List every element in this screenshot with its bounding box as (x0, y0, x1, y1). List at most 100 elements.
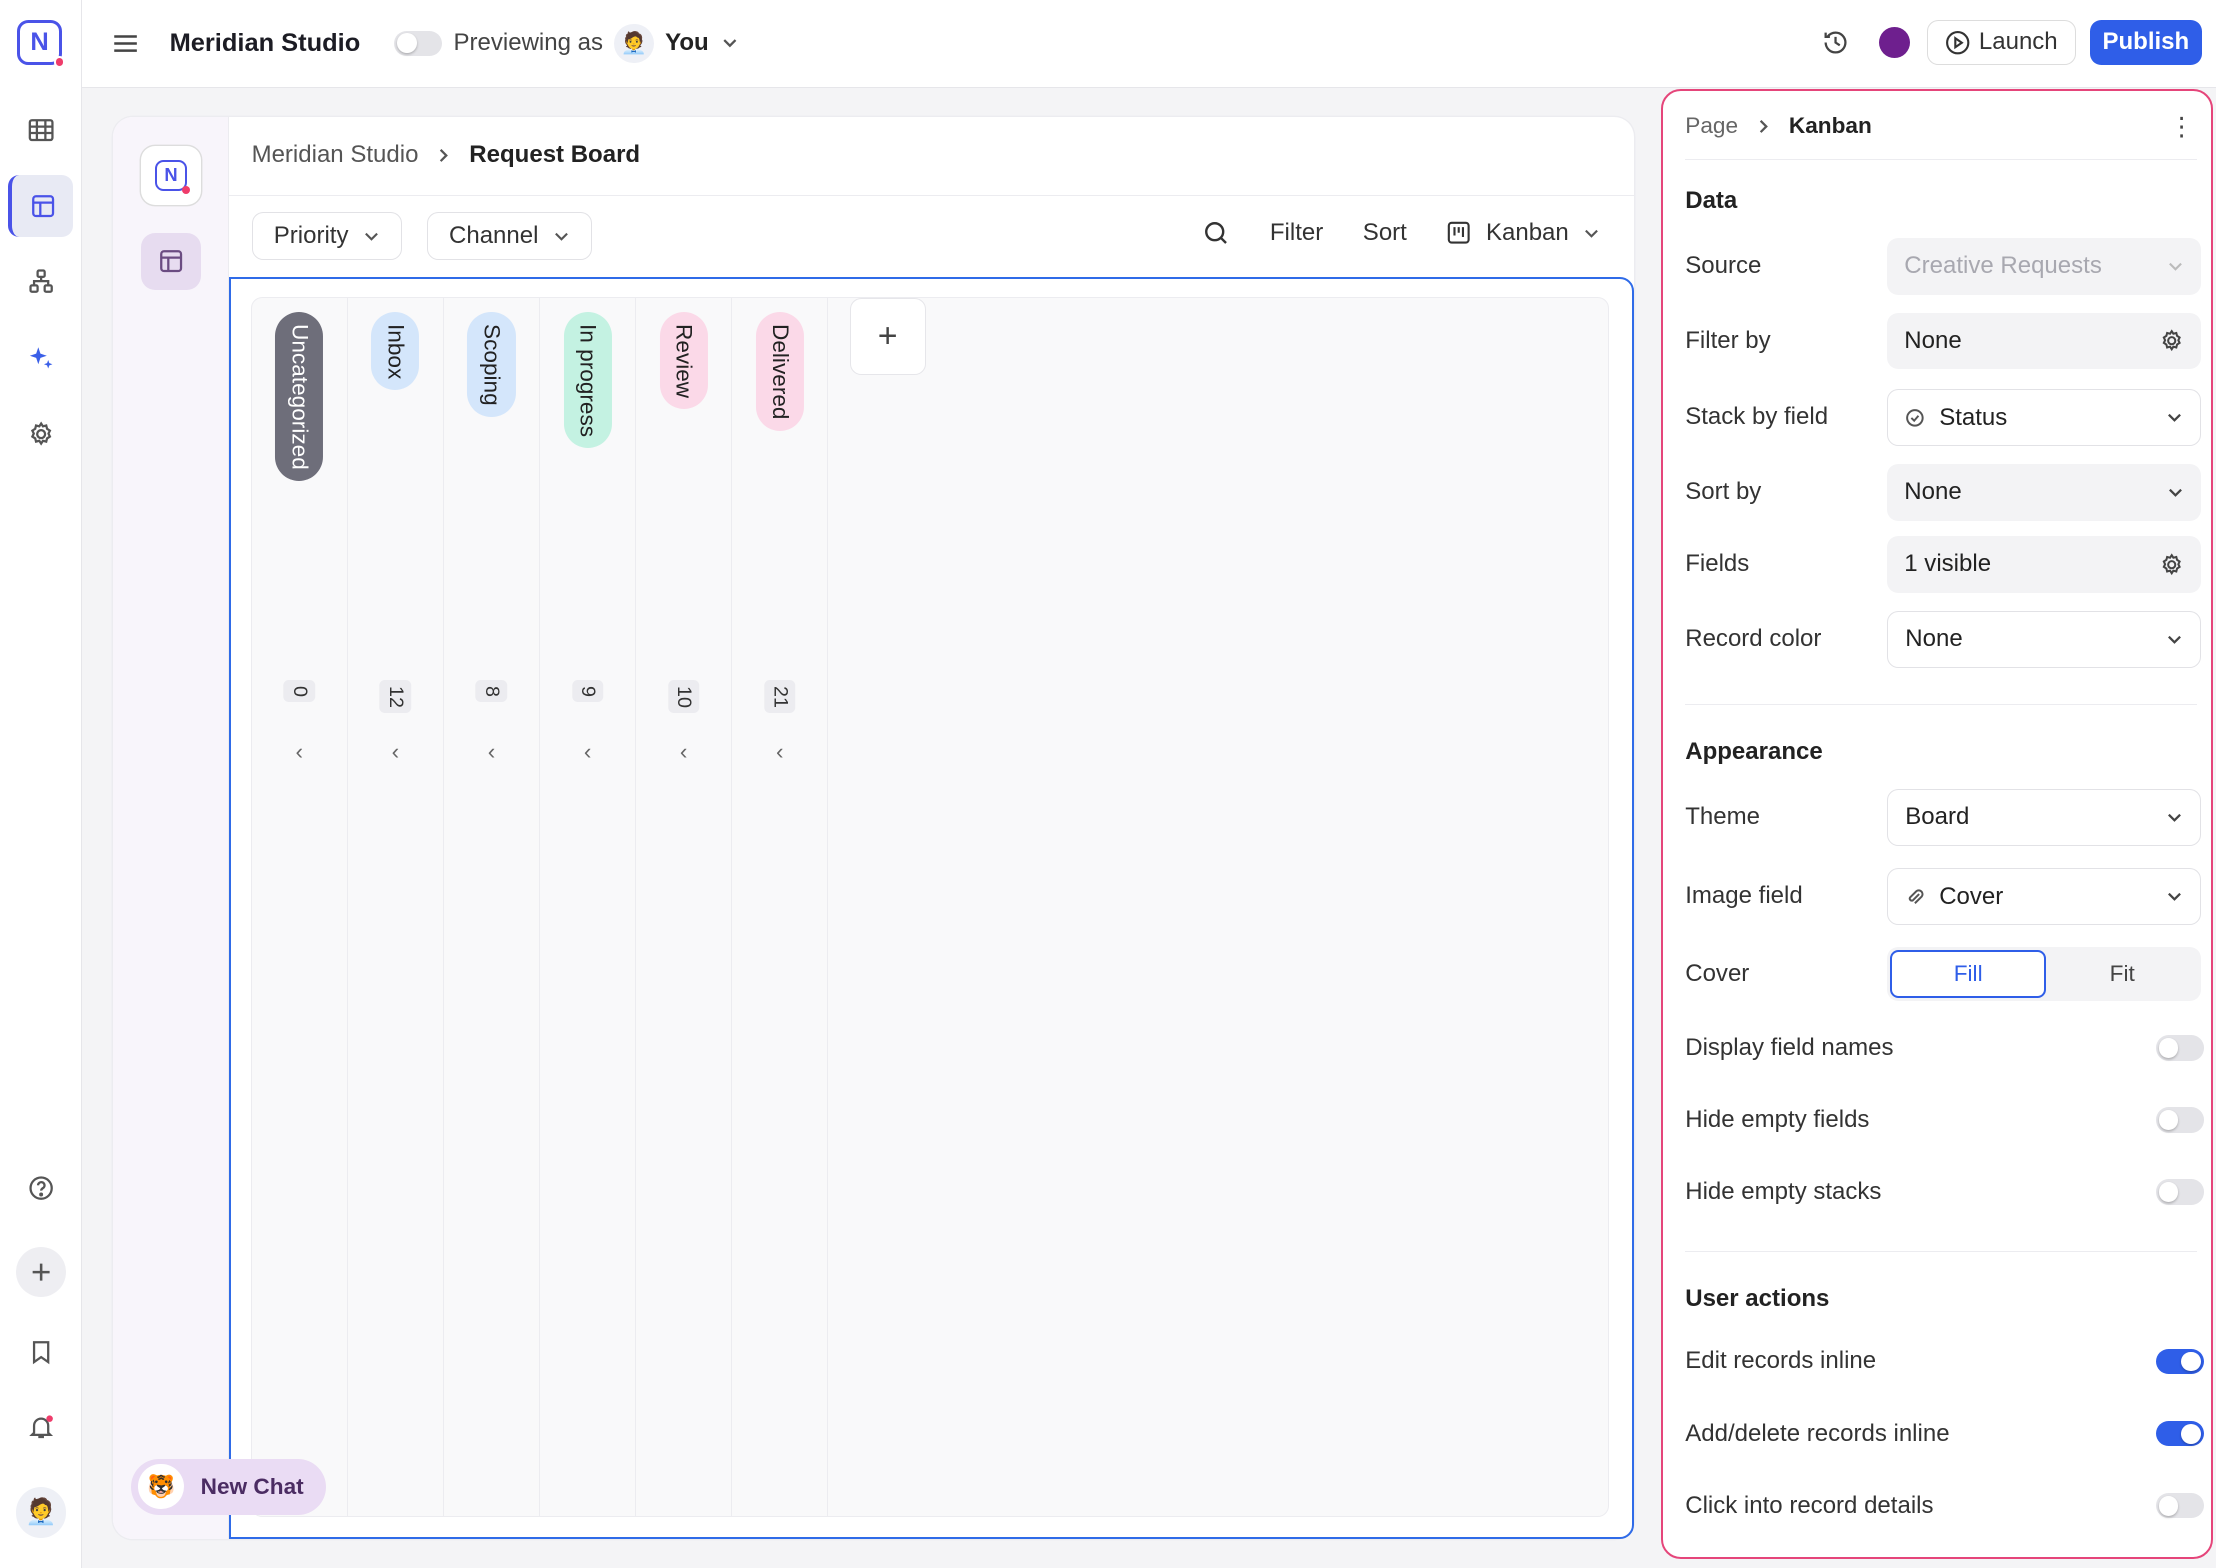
chevron-down-icon[interactable] (720, 33, 740, 53)
image-field-label: Image field (1685, 882, 1803, 910)
chevron-down-icon (554, 232, 568, 241)
data-section-title: Data (1685, 187, 1738, 215)
display-field-names-toggle[interactable] (2155, 1035, 2204, 1061)
user-actions-section-title: User actions (1685, 1285, 1830, 1313)
filter-button[interactable]: Filter (1270, 219, 1323, 247)
preview-as-control[interactable]: Previewing as 🧑‍💼 You (394, 23, 740, 64)
priority-filter-chip[interactable]: Priority (251, 211, 402, 261)
collapse-column-chevron-icon[interactable]: ‹ (584, 739, 592, 765)
column-status-pill[interactable]: Review (659, 312, 708, 410)
add-column-button[interactable]: + (849, 298, 926, 375)
collapse-column-chevron-icon[interactable]: ‹ (488, 739, 496, 765)
sort-by-select[interactable]: None (1887, 464, 2202, 521)
app-title: Meridian Studio (169, 28, 361, 57)
cover-label: Cover (1685, 960, 1750, 988)
kanban-settings-panel: Page Kanban ⋮ Data Source Creative Reque… (1660, 89, 2214, 1559)
layout-nav-icon[interactable] (8, 175, 74, 238)
add-delete-inline-label: Add/delete records inline (1685, 1419, 1950, 1447)
preview-page-icon[interactable] (141, 233, 201, 290)
launch-label: Launch (1978, 28, 2058, 56)
click-record-details-toggle[interactable] (2155, 1493, 2204, 1519)
image-field-select[interactable]: Cover (1887, 868, 2202, 925)
hide-empty-fields-toggle[interactable] (2155, 1107, 2204, 1133)
collapse-column-chevron-icon[interactable]: ‹ (392, 739, 400, 765)
kanban-column: Inbox 12 ‹ (348, 298, 444, 1517)
gear-icon[interactable] (2159, 328, 2184, 353)
column-status-pill[interactable]: Delivered (755, 312, 804, 431)
column-status-pill[interactable]: Inbox (371, 312, 420, 391)
new-chat-button[interactable]: 🐯 New Chat (131, 1458, 327, 1516)
preview-toggle[interactable] (394, 30, 443, 57)
stack-by-select[interactable]: Status (1887, 389, 2202, 446)
kanban-icon (1448, 222, 1471, 245)
column-status-pill[interactable]: In progress (563, 312, 612, 449)
kanban-column: Review 10 ‹ (636, 298, 733, 1517)
profile-color-dot[interactable] (1879, 26, 1911, 58)
filter-by-control[interactable]: None (1887, 312, 2202, 370)
preview-logo[interactable]: N (141, 145, 201, 205)
priority-label: Priority (273, 222, 349, 249)
cover-fill-option[interactable]: Fill (1890, 950, 2047, 999)
bookmark-icon[interactable] (8, 1321, 73, 1383)
app-logo[interactable]: N (16, 19, 65, 68)
add-delete-inline-toggle[interactable] (2155, 1420, 2204, 1447)
view-switcher[interactable]: Kanban (1446, 219, 1599, 247)
column-status-pill[interactable]: Scoping (467, 312, 516, 417)
more-options-icon[interactable]: ⋮ (2169, 111, 2194, 142)
view-label: Kanban (1485, 219, 1569, 247)
filter-by-label: Filter by (1685, 327, 1771, 355)
chevron-down-icon (2168, 813, 2182, 822)
gear-icon[interactable] (2159, 552, 2184, 577)
stack-by-label: Stack by field (1685, 403, 1829, 431)
help-icon[interactable] (8, 1157, 73, 1219)
edit-inline-toggle[interactable] (2155, 1348, 2204, 1375)
top-bar: Meridian Studio Previewing as 🧑‍💼 You La… (81, 0, 2216, 88)
column-count-badge: 8 (475, 679, 508, 703)
panel-crumb-root[interactable]: Page (1685, 113, 1738, 139)
channel-filter-chip[interactable]: Channel (426, 211, 592, 261)
record-color-select[interactable]: None (1887, 611, 2202, 668)
preview-rail: N (113, 117, 229, 1540)
breadcrumb-root[interactable]: Meridian Studio (252, 141, 419, 169)
settings-gear-icon[interactable] (8, 403, 73, 465)
theme-select[interactable]: Board (1887, 789, 2202, 846)
kanban-column: Scoping 8 ‹ (444, 298, 541, 1517)
kanban-board[interactable]: + Uncategorized 0 ‹ Inbox 12 ‹ Scoping 8 ‹ In pro… (228, 276, 1634, 1540)
fields-control[interactable]: 1 visible (1887, 536, 2202, 593)
notification-bell-icon[interactable] (8, 1396, 73, 1458)
tiger-icon: 🐯 (138, 1464, 184, 1510)
collapse-column-chevron-icon[interactable]: ‹ (776, 739, 784, 765)
panel-breadcrumb: Page Kanban ⋮ (1685, 111, 2194, 142)
record-color-label: Record color (1685, 625, 1822, 653)
user-avatar[interactable]: 🧑‍💼 (15, 1486, 67, 1538)
logo-dot (53, 56, 65, 68)
sort-button[interactable]: Sort (1363, 219, 1407, 247)
page-canvas: N Meridian Studio Request Board Priority… (113, 117, 1634, 1540)
column-status-pill[interactable]: Uncategorized (275, 312, 324, 481)
collapse-column-chevron-icon[interactable]: ‹ (296, 739, 304, 765)
hide-empty-stacks-toggle[interactable] (2155, 1179, 2204, 1205)
search-icon[interactable] (1202, 219, 1230, 247)
column-count-badge: 21 (764, 679, 796, 714)
source-select: Creative Requests (1887, 238, 2202, 295)
launch-button[interactable]: Launch (1927, 19, 2076, 65)
edit-inline-label: Edit records inline (1685, 1347, 1877, 1375)
chevron-down-icon (1584, 229, 1598, 238)
add-icon[interactable] (15, 1246, 67, 1298)
ai-sparkle-icon[interactable] (8, 326, 73, 388)
publish-button[interactable]: Publish (2089, 19, 2202, 65)
column-count-badge: 10 (667, 679, 700, 714)
cover-fit-option[interactable]: Fit (2046, 950, 2198, 998)
collapse-column-chevron-icon[interactable]: ‹ (680, 739, 688, 765)
hide-empty-fields-label: Hide empty fields (1685, 1105, 1870, 1133)
paperclip-icon (1909, 889, 1924, 904)
panel-crumb-current: Kanban (1788, 113, 1872, 139)
history-icon[interactable] (1820, 27, 1851, 58)
column-count-badge: 9 (571, 679, 604, 703)
table-nav-icon[interactable] (8, 99, 73, 161)
menu-hamburger-icon[interactable] (110, 28, 141, 59)
workflow-nav-icon[interactable] (8, 250, 73, 312)
chevron-down-icon (2168, 892, 2182, 902)
previewing-label: Previewing as (453, 29, 604, 57)
click-record-details-label: Click into record details (1685, 1491, 1934, 1519)
